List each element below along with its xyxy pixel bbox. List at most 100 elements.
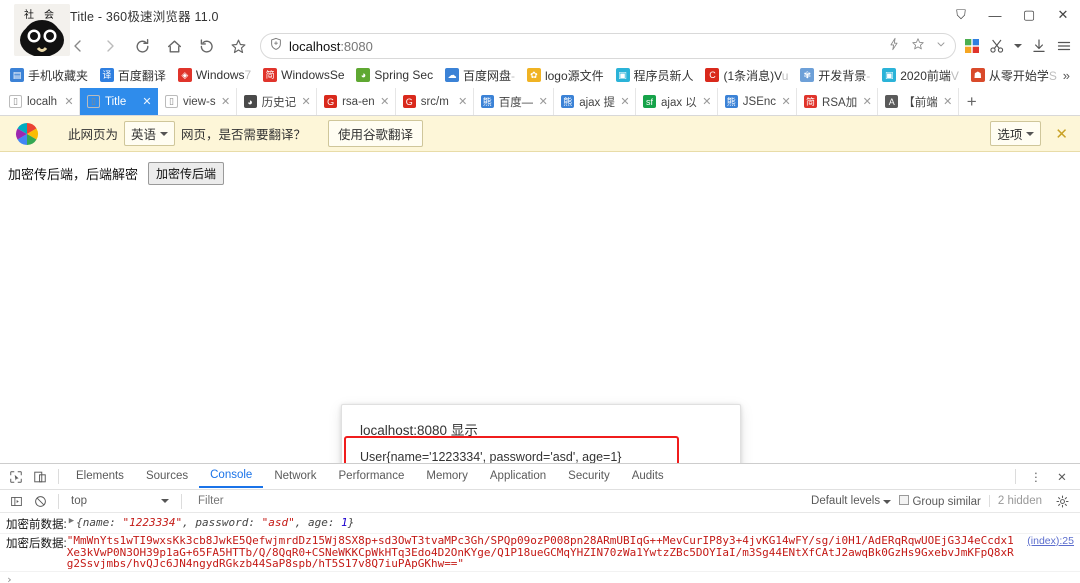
browser-tab[interactable]: 熊 ajax 提 ✕ (554, 88, 636, 115)
forward-icon[interactable] (94, 31, 126, 61)
devtools-tab-audits[interactable]: Audits (621, 466, 675, 487)
console-sidebar-icon[interactable] (4, 489, 28, 513)
bookmark-item[interactable]: ▣ 程序员新人 (610, 65, 700, 86)
bookmark-item[interactable]: ☗ 从零开始学S (965, 65, 1063, 86)
tab-label: rsa-en (342, 95, 375, 108)
devtools-tab-elements[interactable]: Elements (65, 466, 135, 487)
console-expand-arrow-icon[interactable]: ▶ (67, 516, 76, 532)
devtools-tab-sources[interactable]: Sources (135, 466, 199, 487)
encrypt-send-button[interactable]: 加密传后端 (148, 162, 225, 185)
tab-close-icon[interactable]: ✕ (620, 95, 630, 108)
console-filter-input[interactable] (188, 494, 438, 508)
bookmark-item[interactable]: ☁ 百度网盘- (439, 65, 521, 86)
group-similar-label: Group similar (912, 495, 981, 508)
scissors-dropdown-icon[interactable] (1014, 44, 1022, 48)
download-icon[interactable] (1031, 38, 1047, 54)
devtools-more-icon[interactable]: ⋮ (1024, 465, 1048, 489)
tab-close-icon[interactable]: ✕ (538, 95, 548, 108)
bookmark-favicon-icon: ▣ (615, 68, 630, 82)
bookmark-item[interactable]: ▤ 手机收藏夹 (4, 65, 94, 86)
bookmark-item[interactable]: ✾ 开发背景- (794, 65, 876, 86)
tab-close-icon[interactable]: ✕ (862, 95, 872, 108)
bookmark-item[interactable]: ◈ Windows7 (172, 66, 257, 84)
use-google-translate-button[interactable]: 使用谷歌翻译 (328, 120, 424, 147)
bookmark-item[interactable]: 简 WindowsSe (257, 66, 350, 84)
tab-close-icon[interactable]: ✕ (943, 95, 953, 108)
clear-console-icon[interactable] (28, 489, 52, 513)
browser-tab[interactable]: ◕ 历史记 ✕ (236, 88, 318, 115)
dialog-message: User{name='1223334', password='asd', age… (360, 450, 622, 463)
bookmark-favicon-icon: ✿ (526, 68, 541, 82)
console-context-select[interactable]: top (65, 495, 175, 507)
tab-close-icon[interactable]: ✕ (380, 95, 390, 108)
device-toolbar-icon[interactable] (28, 465, 52, 489)
browser-tab[interactable]: Grsa-en ✕ (317, 88, 396, 115)
browser-tab-active[interactable]: ▯ Title ✕ (80, 88, 158, 115)
browser-tab[interactable]: A 【前端 ✕ (878, 88, 959, 115)
new-tab-button[interactable]: + (959, 88, 985, 115)
bookmark-item[interactable]: ✿ logo源文件 (521, 65, 610, 86)
reload-icon[interactable] (126, 31, 158, 61)
bookmark-item[interactable]: 译百度翻译 (94, 65, 172, 86)
browser-tab[interactable]: ▯ view-s ✕ (158, 88, 237, 115)
minimize-button[interactable]: — (978, 0, 1012, 30)
browser-tab[interactable]: sf ajax 以 ✕ (636, 88, 718, 115)
tab-close-icon[interactable]: ✕ (142, 95, 152, 108)
window-controls: ⛉ — ▢ ✕ (944, 0, 1080, 30)
bookmark-favicon-icon: ✾ (800, 68, 815, 82)
devtools-tab-console[interactable]: Console (199, 465, 264, 488)
tab-label: RSA加 (822, 96, 858, 109)
translate-language-select[interactable]: 英语 (124, 121, 176, 146)
ime-icon[interactable]: ⛉ (944, 0, 978, 30)
undo-icon[interactable] (190, 31, 222, 61)
address-bar[interactable]: localhost:8080 (260, 33, 956, 59)
tab-close-icon[interactable]: ✕ (301, 95, 311, 108)
bookmark-label: WindowsSe (281, 68, 345, 82)
bookmark-label: (1条消息)Vu (723, 68, 789, 83)
home-icon[interactable] (158, 31, 190, 61)
tab-close-icon[interactable]: ✕ (458, 95, 468, 108)
browser-tab[interactable]: 熊百度— ✕ (473, 88, 555, 115)
tab-favicon-icon: ▯ (165, 95, 178, 108)
gear-icon[interactable] (1050, 489, 1074, 513)
bookmark-item[interactable]: ▣ 2020前端V (876, 65, 965, 86)
devtools-tab-security[interactable]: Security (557, 466, 621, 487)
tab-close-icon[interactable]: ✕ (702, 95, 712, 108)
close-button[interactable]: ✕ (1046, 0, 1080, 30)
chevron-down-icon[interactable] (935, 37, 947, 55)
default-levels-select[interactable]: Default levels (811, 495, 892, 507)
browser-tab[interactable]: 熊 JSEnc ✕ (717, 88, 798, 115)
browser-tab[interactable]: ▯ localh ✕ (2, 88, 80, 115)
favorite-star-icon[interactable] (222, 31, 254, 61)
console-prompt[interactable]: › (0, 572, 1080, 583)
translate-close-icon[interactable]: ✕ (1055, 125, 1072, 143)
bookmark-item[interactable]: C (1条消息)Vu (699, 65, 794, 86)
browser-tab[interactable]: 简 RSA加 ✕ (797, 88, 879, 115)
devtools-tab-memory[interactable]: Memory (415, 466, 479, 487)
menu-icon[interactable] (1056, 38, 1072, 54)
apps-grid-icon[interactable] (964, 38, 980, 54)
devtools-tab-performance[interactable]: Performance (328, 466, 416, 487)
tab-close-icon[interactable]: ✕ (221, 95, 231, 108)
lightning-icon[interactable] (887, 37, 901, 56)
console-source-link[interactable]: (index):25 (1027, 535, 1074, 547)
bookmark-item[interactable]: ◕ Spring Sec (350, 66, 439, 84)
devtools-close-icon[interactable]: ✕ (1050, 465, 1074, 489)
browser-tab[interactable]: Gsrc/m ✕ (395, 88, 474, 115)
bookmark-label: 百度翻译 (117, 68, 166, 83)
devtools-tab-application[interactable]: Application (479, 466, 557, 487)
bookmark-star-icon[interactable] (911, 37, 925, 56)
bookmarks-overflow-icon[interactable]: » (1063, 68, 1076, 83)
group-similar-checkbox[interactable]: Group similar (899, 494, 981, 508)
tab-close-icon[interactable]: ✕ (64, 95, 74, 108)
bookmark-favicon-icon: ◕ (356, 68, 371, 82)
maximize-button[interactable]: ▢ (1012, 0, 1046, 30)
scissors-icon[interactable] (989, 38, 1005, 54)
translate-options-button[interactable]: 选项 (990, 121, 1042, 146)
tab-close-icon[interactable]: ✕ (781, 95, 791, 108)
inspect-element-icon[interactable] (4, 465, 28, 489)
tab-strip: ▯ localh ✕ ▯ Title ✕ ▯ view-s ✕ ◕ 历史记 ✕ Grsa-en ✕ Gsrc… (0, 88, 1080, 116)
devtools-tab-network[interactable]: Network (263, 466, 327, 487)
bookmark-label: 从零开始学S (988, 68, 1057, 83)
devtools-divider (58, 469, 59, 484)
